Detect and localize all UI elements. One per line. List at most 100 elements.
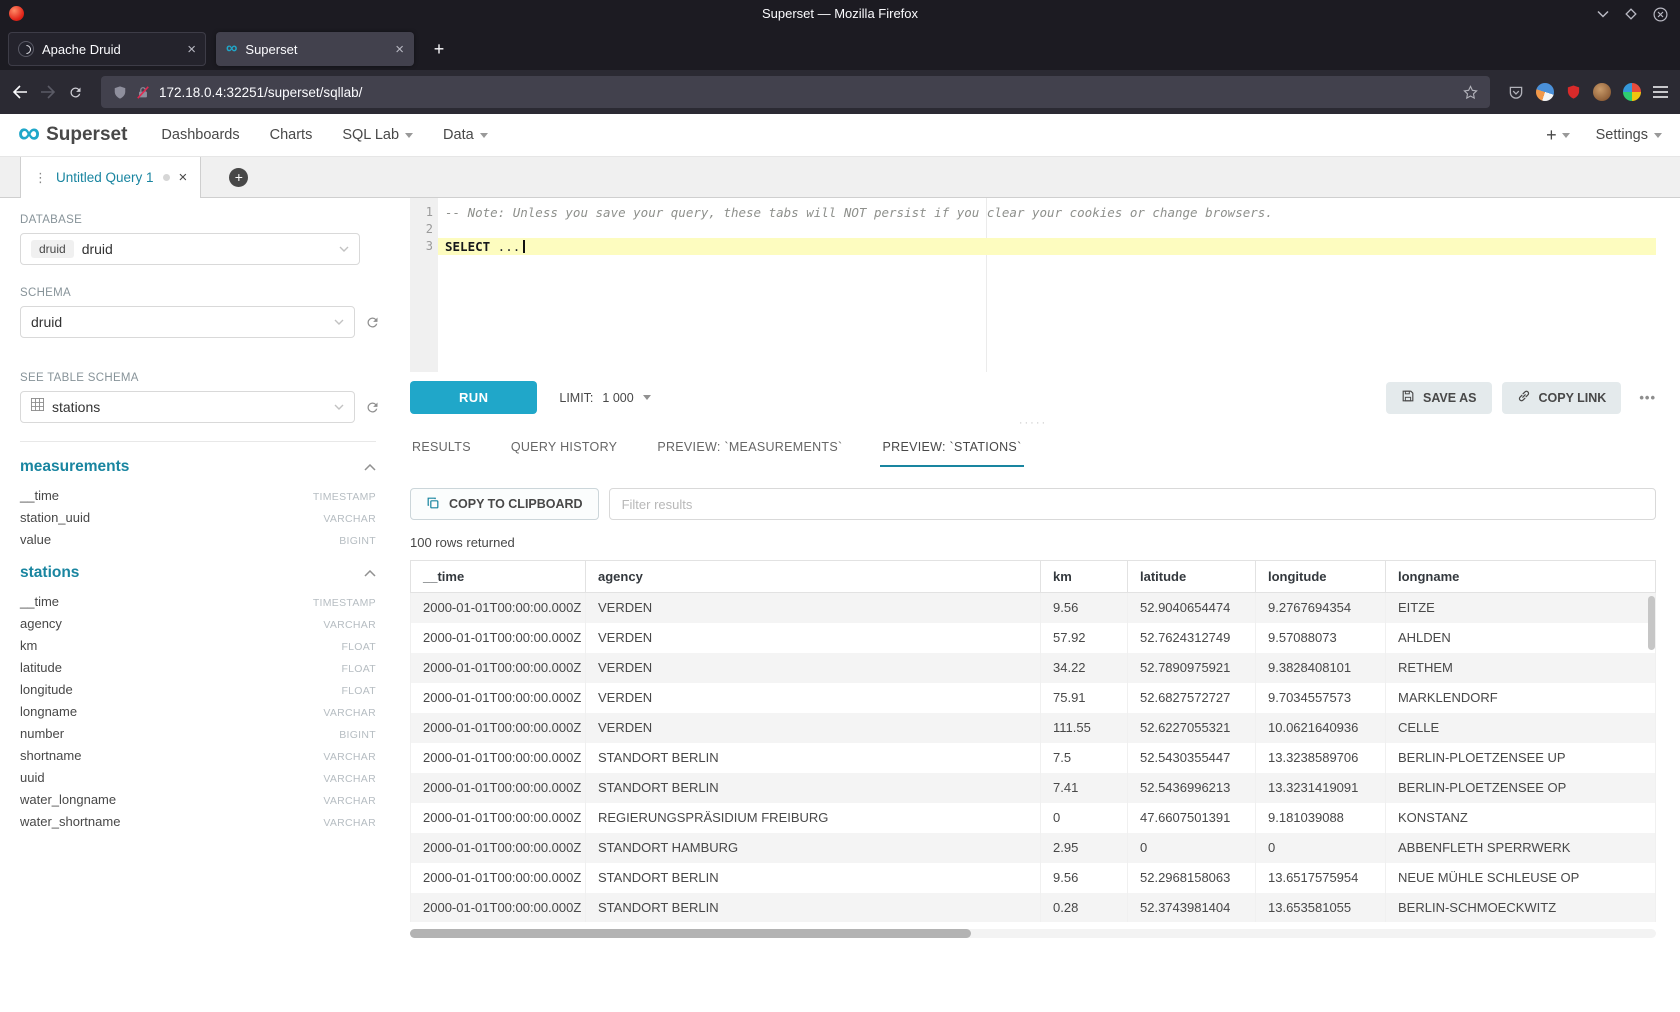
sql-editor[interactable]: 1 2 3 -- Note: Unless you save your quer…	[410, 198, 1656, 372]
menu-icon[interactable]	[1653, 86, 1668, 98]
superset-logo-icon: ∞	[18, 117, 40, 148]
pocket-icon[interactable]	[1508, 85, 1524, 100]
table-cell: 2000-01-01T00:00:00.000Z	[411, 863, 586, 893]
add-new-button[interactable]: +	[1546, 125, 1570, 146]
column-name: value	[20, 532, 51, 547]
horizontal-scrollbar[interactable]	[410, 929, 1656, 938]
run-button[interactable]: RUN	[410, 381, 537, 414]
column-name: longitude	[20, 682, 73, 697]
account-icon[interactable]	[1536, 83, 1554, 101]
column-header-km[interactable]: km	[1041, 561, 1128, 593]
reload-icon[interactable]	[68, 85, 83, 100]
table-cell: VERDEN	[586, 653, 1041, 683]
maximize-icon[interactable]	[1625, 8, 1637, 20]
table-row: 2000-01-01T00:00:00.000ZVERDEN57.9252.76…	[411, 623, 1656, 653]
superset-logo[interactable]: ∞ Superset	[18, 122, 127, 148]
table-row: 2000-01-01T00:00:00.000ZVERDEN34.2252.78…	[411, 653, 1656, 683]
table-cell: AHLDEN	[1386, 623, 1656, 653]
tab-results[interactable]: RESULTS	[410, 432, 473, 467]
new-tab-button[interactable]: +	[424, 34, 454, 64]
rows-returned-text: 100 rows returned	[410, 535, 1656, 550]
column-header-latitude[interactable]: latitude	[1128, 561, 1256, 593]
close-window-icon[interactable]	[1653, 7, 1668, 22]
extension-pinwheel-icon[interactable]	[1623, 83, 1641, 101]
column-header-time[interactable]: __time	[411, 561, 586, 593]
close-query-tab-icon[interactable]: ×	[179, 169, 188, 186]
more-options-button[interactable]: •••	[1639, 390, 1656, 405]
table-cell: 57.92	[1041, 623, 1128, 653]
browser-navbar: 172.18.0.4:32251/superset/sqllab/	[0, 70, 1680, 114]
close-tab-icon[interactable]: ×	[187, 42, 196, 57]
drag-handle-icon[interactable]: ⋮	[34, 170, 47, 186]
tab-preview-measurements[interactable]: PREVIEW: `MEASUREMENTS`	[655, 432, 844, 467]
query-tab-active[interactable]: ⋮ Untitled Query 1 ×	[20, 157, 201, 198]
table-cell: STANDORT BERLIN	[586, 743, 1041, 773]
table-row: 2000-01-01T00:00:00.000ZSTANDORT BERLIN0…	[411, 893, 1656, 923]
table-cell: KONSTANZ	[1386, 803, 1656, 833]
ublock-icon[interactable]	[1566, 84, 1581, 100]
forward-icon[interactable]	[40, 85, 56, 99]
query-tab-title[interactable]: Untitled Query 1	[56, 170, 154, 185]
filter-results-input[interactable]	[609, 488, 1656, 520]
sql-comment: -- Note: Unless you save your query, the…	[445, 205, 1273, 220]
column-header-longitude[interactable]: longitude	[1256, 561, 1386, 593]
minimize-icon[interactable]	[1597, 10, 1609, 18]
nav-charts[interactable]: Charts	[270, 127, 313, 143]
nav-dashboards[interactable]: Dashboards	[161, 127, 239, 143]
close-tab-icon[interactable]: ×	[395, 42, 404, 57]
shield-icon[interactable]	[113, 85, 127, 100]
bookmark-star-icon[interactable]	[1463, 85, 1478, 100]
schema-column-row: valueBIGINT	[20, 528, 376, 550]
table-row: 2000-01-01T00:00:00.000ZVERDEN9.5652.904…	[411, 593, 1656, 623]
table-cell: 2000-01-01T00:00:00.000Z	[411, 743, 586, 773]
column-header-longname[interactable]: longname	[1386, 561, 1656, 593]
database-select[interactable]: druid druid	[20, 233, 360, 265]
collapse-icon[interactable]	[364, 458, 376, 476]
lock-insecure-icon[interactable]	[136, 85, 150, 100]
tab-title: Apache Druid	[42, 42, 179, 57]
table-cell: 13.3238589706	[1256, 743, 1386, 773]
tab-query-history[interactable]: QUERY HISTORY	[509, 432, 619, 467]
table-select[interactable]: stations	[20, 391, 355, 423]
sqllab-sidebar: DATABASE druid druid SCHEMA druid	[0, 198, 400, 1012]
table-name-stations[interactable]: stations	[20, 564, 79, 582]
table-cell: ABBENFLETH SPERRWERK	[1386, 833, 1656, 863]
table-cell: BERLIN-SCHMOECKWITZ	[1386, 893, 1656, 923]
copy-link-button[interactable]: COPY LINK	[1502, 382, 1622, 414]
caret-down-icon	[405, 133, 413, 138]
extension-avatar-icon[interactable]	[1593, 83, 1611, 101]
column-name: number	[20, 726, 64, 741]
nav-data[interactable]: Data	[443, 127, 488, 143]
collapse-icon[interactable]	[364, 564, 376, 582]
table-cell: 111.55	[1041, 713, 1128, 743]
back-icon[interactable]	[12, 85, 28, 99]
table-cell: 2000-01-01T00:00:00.000Z	[411, 893, 586, 923]
tab-preview-stations[interactable]: PREVIEW: `STATIONS`	[880, 432, 1023, 467]
browser-tab-apache-druid[interactable]: Apache Druid ×	[8, 32, 206, 66]
scrollbar-thumb[interactable]	[410, 929, 971, 938]
url-text[interactable]: 172.18.0.4:32251/superset/sqllab/	[159, 85, 1454, 100]
copy-link-label: COPY LINK	[1539, 391, 1607, 405]
vertical-scrollbar[interactable]	[1648, 596, 1655, 650]
table-cell: 9.7034557573	[1256, 683, 1386, 713]
copy-to-clipboard-button[interactable]: COPY TO CLIPBOARD	[410, 488, 599, 520]
brand-name: Superset	[46, 124, 127, 146]
editor-code-area[interactable]: -- Note: Unless you save your query, the…	[438, 198, 1656, 372]
add-query-tab-button[interactable]: +	[229, 168, 248, 187]
browser-tab-superset[interactable]: ∞ Superset ×	[216, 32, 414, 66]
resize-handle[interactable]: ·····	[410, 414, 1656, 432]
refresh-schema-icon[interactable]	[365, 315, 380, 330]
settings-menu[interactable]: Settings	[1596, 127, 1662, 143]
nav-sql-lab[interactable]: SQL Lab	[342, 127, 413, 143]
refresh-table-icon[interactable]	[365, 400, 380, 415]
table-name-measurements[interactable]: measurements	[20, 458, 129, 476]
save-as-button[interactable]: SAVE AS	[1386, 382, 1492, 414]
results-table-body: 2000-01-01T00:00:00.000ZVERDEN9.5652.904…	[411, 593, 1656, 923]
column-header-agency[interactable]: agency	[586, 561, 1041, 593]
line-number: 2	[410, 221, 433, 238]
url-bar[interactable]: 172.18.0.4:32251/superset/sqllab/	[101, 76, 1490, 108]
schema-select[interactable]: druid	[20, 306, 355, 338]
titlebar[interactable]: Superset — Mozilla Firefox	[0, 0, 1680, 28]
limit-dropdown[interactable]: LIMIT: 1 000	[559, 391, 650, 405]
table-cell: 2000-01-01T00:00:00.000Z	[411, 623, 586, 653]
